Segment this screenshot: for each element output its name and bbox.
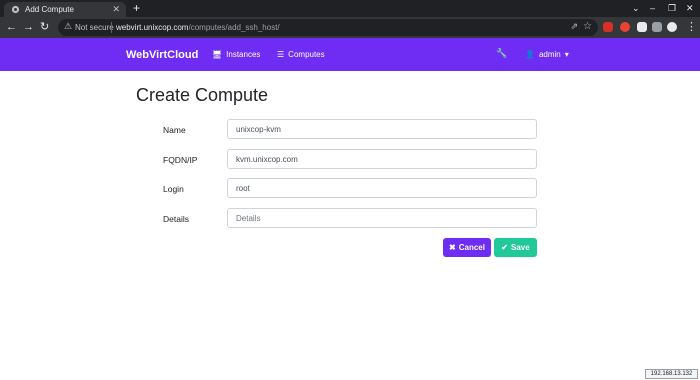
fqdn-input[interactable] bbox=[227, 149, 537, 169]
user-icon: 👤 bbox=[525, 50, 535, 59]
restore-icon[interactable]: ❐ bbox=[668, 0, 676, 17]
url-text: webvirt.unixcop.com/computes/add_ssh_hos… bbox=[116, 23, 280, 32]
nav-computes-label: Computes bbox=[288, 50, 325, 59]
puzzle-icon[interactable] bbox=[652, 22, 662, 32]
check-icon: ✔ bbox=[501, 243, 508, 252]
profile-avatar[interactable] bbox=[667, 22, 677, 32]
browser-toolbar: ← → ↻ ⚠ Not secure webvirt.unixcop.com/c… bbox=[0, 17, 700, 38]
login-label: Login bbox=[163, 184, 184, 194]
address-bar[interactable]: ⚠ Not secure webvirt.unixcop.com/compute… bbox=[58, 19, 598, 36]
forward-icon[interactable]: → bbox=[23, 20, 34, 35]
details-label: Details bbox=[163, 214, 189, 224]
tab-title: Add Compute bbox=[25, 5, 74, 14]
omnibox-separator bbox=[111, 22, 112, 33]
login-input[interactable] bbox=[227, 178, 537, 198]
fqdn-label: FQDN/IP bbox=[163, 155, 198, 165]
window-close-icon[interactable]: ✕ bbox=[686, 0, 694, 17]
extension-icon[interactable] bbox=[620, 22, 630, 32]
save-button-label: Save bbox=[511, 243, 530, 252]
security-label: Not secure bbox=[75, 23, 114, 32]
user-name: admin bbox=[538, 50, 561, 59]
close-icon: ✖ bbox=[449, 243, 456, 252]
app-navbar: WebVirtCloud 🖥 Instances ☰ Computes 🔧 👤 … bbox=[0, 38, 700, 71]
bookmark-star-icon[interactable]: ☆ bbox=[583, 21, 592, 32]
details-input[interactable] bbox=[227, 208, 537, 228]
list-icon: ☰ bbox=[277, 50, 285, 59]
nav-instances-label: Instances bbox=[226, 50, 261, 59]
desktop-icon: 🖥 bbox=[212, 50, 223, 59]
save-button[interactable]: ✔ Save bbox=[494, 238, 537, 257]
menu-kebab-icon[interactable]: ⋮ bbox=[686, 20, 697, 35]
browser-tab[interactable]: Add Compute ✕ bbox=[4, 2, 126, 17]
nav-instances[interactable]: 🖥 Instances bbox=[212, 50, 260, 59]
page-title: Create Compute bbox=[136, 85, 269, 105]
browser-tabstrip: Add Compute ✕ + ⌄ – ❐ ✕ bbox=[0, 0, 700, 17]
minimize-icon[interactable]: – bbox=[650, 0, 655, 17]
favicon-icon bbox=[11, 5, 20, 14]
url-host: webvirt.unixcop.com bbox=[116, 23, 189, 32]
tab-close-icon[interactable]: ✕ bbox=[112, 4, 120, 15]
share-icon[interactable]: ⇗ bbox=[570, 21, 578, 32]
name-label: Name bbox=[163, 125, 186, 135]
brand-logo[interactable]: WebVirtCloud bbox=[126, 49, 198, 61]
nav-computes[interactable]: ☰ Computes bbox=[277, 50, 325, 59]
extension-icon[interactable] bbox=[603, 22, 613, 32]
url-path: /computes/add_ssh_host/ bbox=[188, 23, 280, 32]
caret-down-icon: ▾ bbox=[564, 50, 569, 59]
name-input[interactable] bbox=[227, 119, 537, 139]
reload-icon[interactable]: ↻ bbox=[40, 20, 49, 35]
tab-search-icon[interactable]: ⌄ bbox=[632, 0, 640, 17]
user-dropdown[interactable]: 👤 admin ▾ bbox=[525, 50, 569, 59]
ip-address-overlay: 192.168.13.132 bbox=[645, 369, 698, 379]
cancel-button-label: Cancel bbox=[458, 243, 485, 252]
cancel-button[interactable]: ✖ Cancel bbox=[443, 238, 491, 257]
settings-wrench-icon[interactable]: 🔧 bbox=[496, 48, 507, 59]
extension-icon[interactable] bbox=[637, 22, 647, 32]
warning-icon: ⚠ bbox=[64, 21, 73, 31]
new-tab-button[interactable]: + bbox=[133, 0, 140, 17]
back-icon[interactable]: ← bbox=[6, 20, 17, 35]
